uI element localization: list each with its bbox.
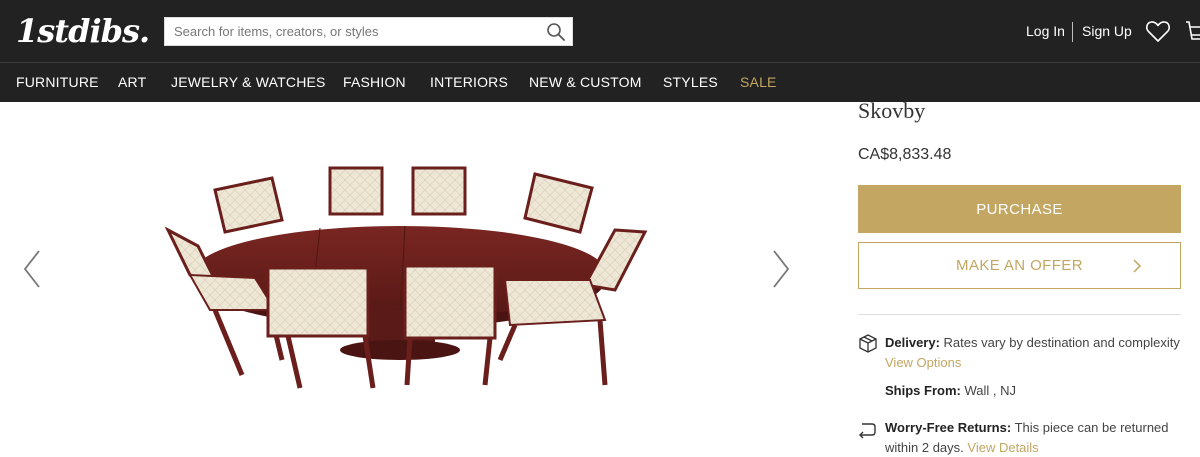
panel-divider — [858, 314, 1181, 315]
nav-interiors[interactable]: INTERIORS — [430, 74, 508, 90]
return-arrow-icon — [859, 423, 876, 439]
nav-jewelry-watches[interactable]: JEWELRY & WATCHES — [171, 74, 326, 90]
nav-styles[interactable]: STYLES — [663, 74, 718, 90]
logo[interactable]: 1stdibs. — [16, 12, 150, 50]
nav-new-custom[interactable]: NEW & CUSTOM — [529, 74, 642, 90]
nav-sale[interactable]: SALE — [740, 74, 777, 90]
nav-art[interactable]: ART — [118, 74, 146, 90]
delivery-info: Delivery: Rates vary by destination and … — [885, 333, 1180, 353]
auth-divider — [1072, 22, 1073, 42]
purchase-button[interactable]: PURCHASE — [858, 185, 1181, 233]
chevron-left-icon[interactable] — [22, 249, 42, 289]
search-input[interactable] — [165, 18, 535, 45]
chevron-right-icon[interactable] — [771, 249, 791, 289]
search-icon[interactable] — [546, 22, 566, 42]
seller-name[interactable]: Skovby — [858, 98, 925, 124]
box-icon — [859, 334, 877, 353]
heart-icon[interactable] — [1145, 19, 1171, 43]
ships-from-label: Ships From: — [885, 383, 961, 398]
chair-back-2 — [328, 166, 384, 216]
delivery-label: Delivery: — [885, 335, 940, 350]
returns-info: Worry-Free Returns: This piece can be re… — [885, 418, 1185, 457]
delivery-text: Rates vary by destination and complexity — [943, 335, 1180, 350]
make-offer-button[interactable]: MAKE AN OFFER — [858, 242, 1181, 289]
ships-from-value: Wall , NJ — [964, 383, 1016, 398]
signup-link[interactable]: Sign Up — [1082, 23, 1132, 39]
returns-label: Worry-Free Returns: — [885, 420, 1012, 435]
cart-icon[interactable] — [1184, 19, 1200, 45]
make-offer-button-label: MAKE AN OFFER — [956, 257, 1083, 274]
chair-front-left — [266, 266, 376, 389]
price: CA$8,833.48 — [858, 146, 952, 163]
product-image[interactable] — [160, 160, 655, 395]
site-header: 1stdibs. Log In Sign Up FURNITURE ART JE… — [0, 0, 1200, 102]
view-options-link[interactable]: View Options — [885, 353, 961, 373]
chair-back-right — [523, 172, 594, 234]
chevron-right-icon — [1133, 259, 1142, 273]
chair-back-3 — [411, 166, 467, 216]
purchase-button-label: PURCHASE — [976, 200, 1063, 218]
nav-fashion[interactable]: FASHION — [343, 74, 406, 90]
login-link[interactable]: Log In — [1026, 23, 1065, 39]
ships-from-info: Ships From: Wall , NJ — [885, 381, 1016, 401]
chair-front-right — [403, 264, 497, 386]
nav-furniture[interactable]: FURNITURE — [16, 74, 99, 90]
search-bar[interactable] — [164, 17, 573, 46]
view-details-link[interactable]: View Details — [967, 440, 1038, 455]
main-nav: FURNITURE ART JEWELRY & WATCHES FASHION … — [0, 63, 1200, 102]
chair-back-left — [213, 176, 284, 234]
